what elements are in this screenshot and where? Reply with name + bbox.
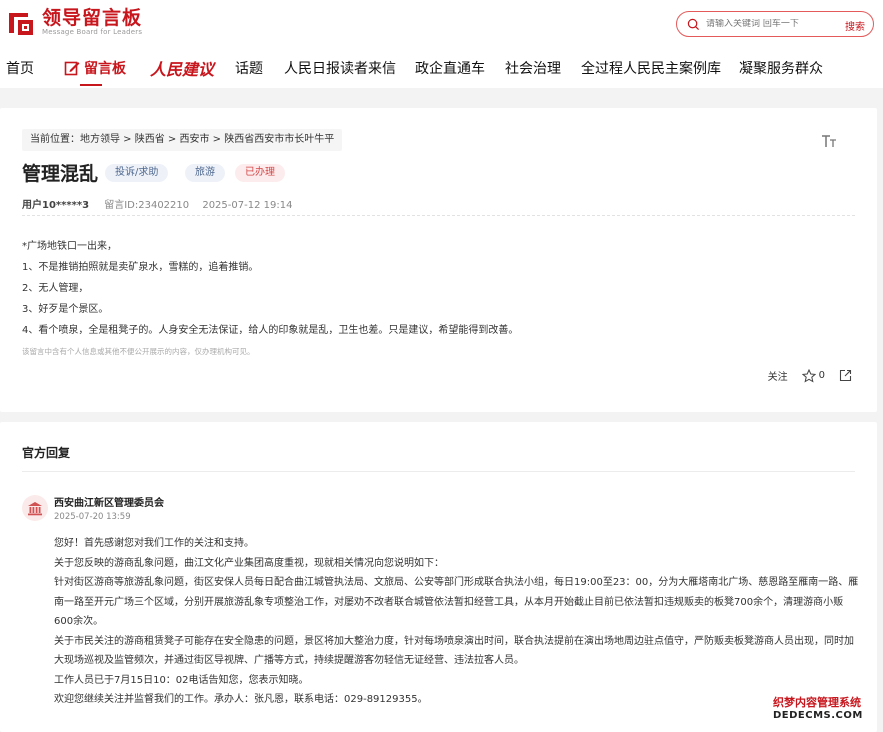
nav-politics[interactable]: 政企直通车 [415,58,485,78]
content-line: 4、看个喷泉，全是租凳子的。人身安全无法保证，给人的印象就是乱，卫生也差。只是建… [22,325,519,336]
watermark: 织梦内容管理系统 DEDECMS.COM [773,694,877,724]
nav-governance[interactable]: 社会治理 [505,58,561,78]
nav-service[interactable]: 凝聚服务群众 [739,58,823,78]
nav-message-board[interactable]: 留言板 [64,58,126,86]
nav-topics[interactable]: 话题 [235,58,263,78]
nav-letters[interactable]: 人民日报读者来信 [284,58,396,78]
tag-domain: 旅游 [185,164,225,182]
reply-heading: 官方回复 [22,446,71,460]
nav-democracy[interactable]: 全过程人民民主案例库 [581,58,721,78]
divider [22,215,855,216]
reply-paragraph: 针对街区游商等旅游乱象问题，街区安保人员每日配合曲江城管执法局、文旅局、公安等部… [54,577,859,627]
reply-org: 西安曲江新区管理委员会 [54,498,164,509]
nav-message-board-label: 留言板 [84,61,126,77]
site-logo[interactable]: 领导留言板 Message Board for Leaders [6,8,142,37]
privacy-notice: 该留言中含有个人信息或其他不便公开展示的内容，仅办理机构可见。 [22,347,255,356]
search-icon [687,18,700,30]
message-user: 用户10*****3 [22,200,90,211]
follow-button[interactable]: 关注 [768,368,788,383]
reply-time: 2025-07-20 13:59 [54,512,131,522]
watermark-line2: DEDECMS.COM [773,710,863,721]
content-line: 3、好歹是个景区。 [22,304,109,315]
content-line: 1、不是推销拍照就是卖矿泉水，雪糕的，追着推销。 [22,262,259,273]
reply-paragraph: 您好！首先感谢您对我们工作的关注和支持。 [54,538,254,549]
reply-paragraph: 欢迎您继续关注并监督我们的工作。承办人：张凡恩，联系电话：029-8912935… [54,694,428,705]
nav-home[interactable]: 首页 [6,58,34,78]
search-input[interactable] [706,19,826,29]
reply-paragraph: 工作人员已于7月15日10：02电话告知您，您表示知晓。 [54,674,309,686]
search-button[interactable]: 搜索 [845,18,865,33]
font-size-icon [822,135,836,147]
watermark-line1: 织梦内容管理系统 [773,696,861,709]
breadcrumb[interactable]: 当前位置：地方领导 > 陕西省 > 西安市 > 陕西省西安市市长叶牛平 [22,129,343,151]
logo-mark-icon [6,9,36,37]
reply-body: 您好！首先感谢您对我们工作的关注和支持。 关于您反映的游商乱象问题，曲江文化产业… [54,534,860,710]
search-box: 搜索 [676,11,874,37]
message-actions: 关注 0 [754,368,855,383]
reply-card: 官方回复 西安曲江新区管理委员会 2025-07-20 13:59 您好！首先感… [0,422,877,732]
like-button[interactable]: 0 [801,368,825,383]
star-icon [801,368,816,383]
message-meta: 用户10*****3 留言ID:23402210 2025-07-12 19:1… [22,196,302,211]
message-card: 当前位置：地方领导 > 陕西省 > 西安市 > 陕西省西安市市长叶牛平 管理混乱… [0,108,877,412]
site-header: 领导留言板 Message Board for Leaders 搜索 首页 留言… [0,0,883,88]
like-count: 0 [818,370,825,381]
logo-subtitle: Message Board for Leaders [42,28,143,36]
avatar [22,495,48,521]
message-time: 2025-07-12 19:14 [202,200,293,211]
message-content: *广场地铁口一出来， 1、不是推销拍照就是卖矿泉水，雪糕的，追着推销。 2、无人… [22,236,518,341]
logo-title: 领导留言板 [42,7,143,29]
status-badge: 已办理 [235,164,285,182]
message-title: 管理混乱 [22,163,99,185]
message-id: 留言ID:23402210 [104,200,190,211]
divider [22,471,855,472]
reply-paragraph: 关于您反映的游商乱象问题，曲江文化产业集团高度重视，现就相关情况向您说明如下： [54,557,444,569]
nav-rmjy[interactable]: 人民建议 [150,56,214,80]
share-button[interactable] [839,369,855,382]
government-building-icon [28,501,42,515]
font-size-toggle[interactable] [821,134,837,152]
edit-icon [64,61,80,76]
reply-paragraph: 关于市民关注的游商租赁凳子可能存在安全隐患的问题，景区将加大整治力度，针对每场喷… [54,635,854,667]
content-line: 2、无人管理， [22,283,89,294]
tag-category: 投诉/求助 [105,164,169,182]
content-line: *广场地铁口一出来， [22,241,117,252]
share-icon [839,369,852,382]
